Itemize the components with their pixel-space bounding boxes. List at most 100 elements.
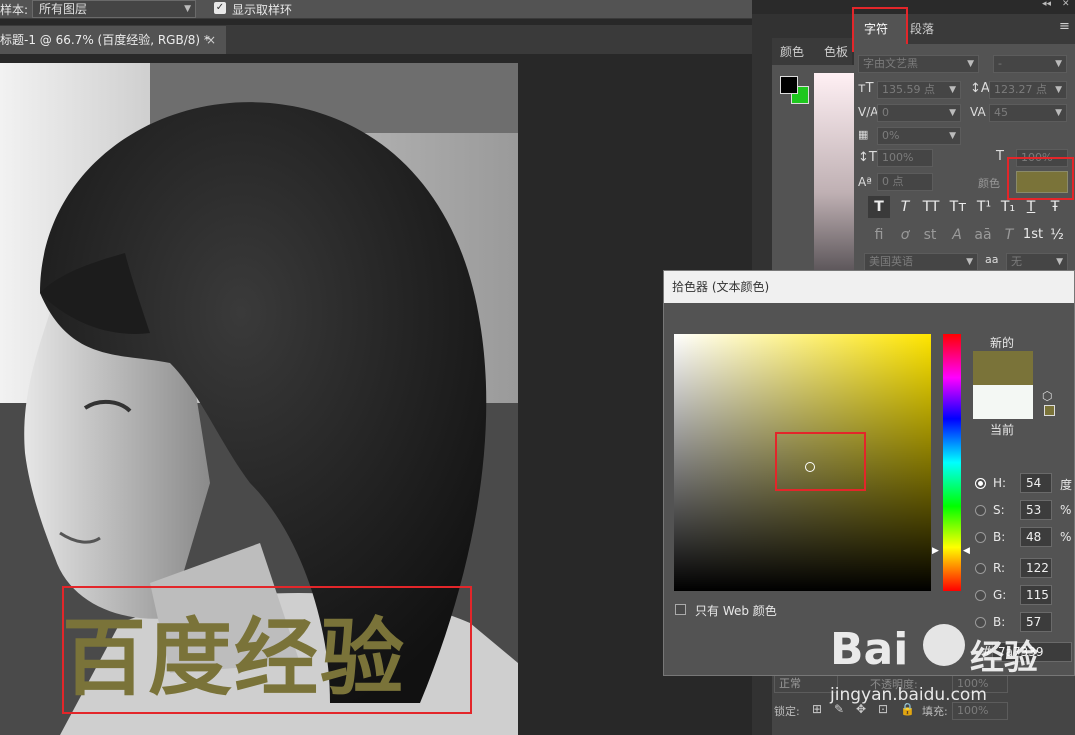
hue-slider-right-arrow[interactable]: ◀ (963, 546, 970, 556)
chevron-down-icon: ▼ (949, 85, 956, 95)
saturation-label: S: (993, 503, 1005, 517)
baseline-shift-field[interactable]: 0 点 (877, 173, 933, 191)
green-radio[interactable] (975, 590, 986, 601)
vertical-scale-value: 100% (882, 151, 914, 164)
green-label: G: (993, 588, 1007, 602)
current-color-swatch[interactable] (973, 385, 1033, 419)
close-tab-icon[interactable]: × (206, 26, 216, 54)
faux-italic-button[interactable]: T (894, 196, 916, 218)
sample-select-value: 所有图层 (39, 2, 88, 16)
collapse-panels-icon[interactable]: ◂◂ (1042, 0, 1051, 9)
tsume-value: 0% (882, 129, 900, 142)
tab-swatches[interactable]: 色板 (824, 43, 848, 60)
vertical-scale-field[interactable]: 100% (877, 149, 933, 167)
swash-button[interactable]: A (946, 224, 968, 246)
document-canvas[interactable]: 百度经验 (0, 63, 518, 735)
tab-paragraph[interactable]: 段落 (910, 20, 934, 37)
font-size-icon: тT (858, 81, 874, 96)
discretionary-ligatures-button[interactable]: ơ (894, 224, 916, 246)
color-panel (772, 65, 854, 275)
titling-alternates-button[interactable]: T (998, 224, 1020, 246)
leading-field[interactable]: 123.27 点 ▼ (989, 81, 1067, 99)
current-color-label: 当前 (990, 423, 1015, 437)
font-style-value: - (998, 57, 1002, 70)
ligatures-button[interactable]: fi (868, 224, 890, 246)
ordinals-button[interactable]: 1st (1020, 224, 1046, 246)
saturation-field[interactable]: 53 (1020, 500, 1052, 520)
brightness-label: B: (993, 530, 1006, 544)
antialias-icon: aa (985, 253, 999, 266)
red-radio[interactable] (975, 563, 986, 574)
hue-field[interactable]: 54 (1020, 473, 1052, 493)
font-style-select[interactable]: - ▼ (993, 55, 1067, 73)
red-field[interactable]: 122 (1020, 558, 1052, 578)
show-ring-checkbox[interactable]: ✓ (214, 2, 226, 14)
baseline-shift-icon: Aª (858, 175, 872, 189)
font-size-field[interactable]: 135.59 点 ▼ (877, 81, 961, 99)
new-color-swatch (973, 351, 1033, 385)
web-colors-only-checkbox[interactable] (675, 604, 686, 615)
chevron-down-icon: ▼ (949, 108, 956, 118)
stylistic-alternates-button[interactable]: aā (970, 224, 996, 246)
watermark-brand-cn: 经验 (970, 638, 1038, 678)
blend-mode-select[interactable]: 正常 (774, 675, 838, 693)
watermark-brand: Bai (830, 624, 909, 675)
font-family-select[interactable]: 字由文艺黑 ▼ (858, 55, 979, 73)
hue-radio[interactable] (975, 478, 986, 489)
color-ramp-slider[interactable] (814, 73, 854, 273)
brightness-radio[interactable] (975, 532, 986, 543)
highlight-text-box (62, 586, 472, 714)
tab-color[interactable]: 颜色 (780, 43, 804, 60)
hue-slider-left-arrow[interactable]: ▶ (932, 546, 939, 556)
baseline-shift-value: 0 点 (882, 175, 904, 188)
antialias-select[interactable]: 无 ▼ (1006, 253, 1068, 271)
fractions-button[interactable]: ½ (1046, 224, 1068, 246)
chevron-down-icon: ▼ (1055, 85, 1062, 95)
color-panel-tabs: 颜色 色板 (772, 38, 852, 65)
small-caps-button[interactable]: Tт (946, 196, 970, 218)
chevron-down-icon: ▼ (1055, 59, 1062, 69)
antialias-value: 无 (1011, 255, 1022, 268)
vertical-scale-icon: ↕T (858, 150, 877, 165)
language-select[interactable]: 美国英语 ▼ (864, 253, 978, 271)
superscript-button[interactable]: T¹ (972, 196, 996, 218)
saturation-radio[interactable] (975, 505, 986, 516)
panel-menu-icon[interactable]: ≡ (1059, 19, 1070, 34)
highlight-color-field (775, 432, 866, 491)
web-safe-color-swatch[interactable] (1044, 405, 1055, 416)
chevron-down-icon: ▼ (967, 59, 974, 69)
leading-value: 123.27 点 (994, 83, 1047, 96)
tsume-icon: ▦ (858, 128, 869, 141)
brightness-unit: % (1060, 530, 1072, 544)
brightness-field[interactable]: 48 (1020, 527, 1052, 547)
chevron-down-icon: ▼ (966, 257, 973, 267)
lock-transparency-icon[interactable]: ⊞ (812, 702, 822, 716)
close-panels-icon[interactable]: ✕ (1062, 0, 1070, 9)
tsume-field[interactable]: 0% ▼ (877, 127, 961, 145)
document-tab[interactable]: 标题-1 @ 66.7% (百度经验, RGB/8) * × (0, 26, 226, 54)
faux-bold-button[interactable]: T (868, 196, 890, 218)
blend-mode-value: 正常 (779, 677, 801, 690)
color-picker-dialog: 拾色器 (文本颜色) ▶ ◀ 新的 当前 ⬡ H: 54 度 S: 53 % B… (663, 270, 1075, 676)
show-ring-label: 显示取样环 (232, 3, 293, 17)
foreground-color-swatch[interactable] (780, 76, 798, 94)
contextual-alternates-button[interactable]: st (918, 224, 942, 246)
out-of-gamut-cube-icon[interactable]: ⬡ (1042, 389, 1052, 403)
hue-unit: 度 (1060, 478, 1073, 492)
tracking-field[interactable]: 45 ▼ (989, 104, 1067, 122)
chevron-down-icon: ▼ (184, 4, 191, 14)
green-field[interactable]: 115 (1020, 585, 1052, 605)
language-value: 美国英语 (869, 255, 913, 268)
opentype-buttons: fi ơ st A aā T 1st ½ (868, 224, 1068, 248)
hue-slider[interactable] (943, 334, 961, 591)
web-colors-only-label: 只有 Web 颜色 (695, 604, 777, 618)
kerning-icon: V/A (858, 105, 879, 119)
leading-icon: ↕A (970, 81, 990, 96)
sample-select[interactable]: 所有图层 ▼ (32, 0, 196, 18)
kerning-field[interactable]: 0 ▼ (877, 104, 961, 122)
saturation-unit: % (1060, 503, 1072, 517)
tracking-value: 45 (994, 106, 1008, 119)
tracking-icon: VA (970, 105, 986, 119)
all-caps-button[interactable]: TT (918, 196, 944, 218)
font-family-value: 字由文艺黑 (863, 57, 918, 70)
